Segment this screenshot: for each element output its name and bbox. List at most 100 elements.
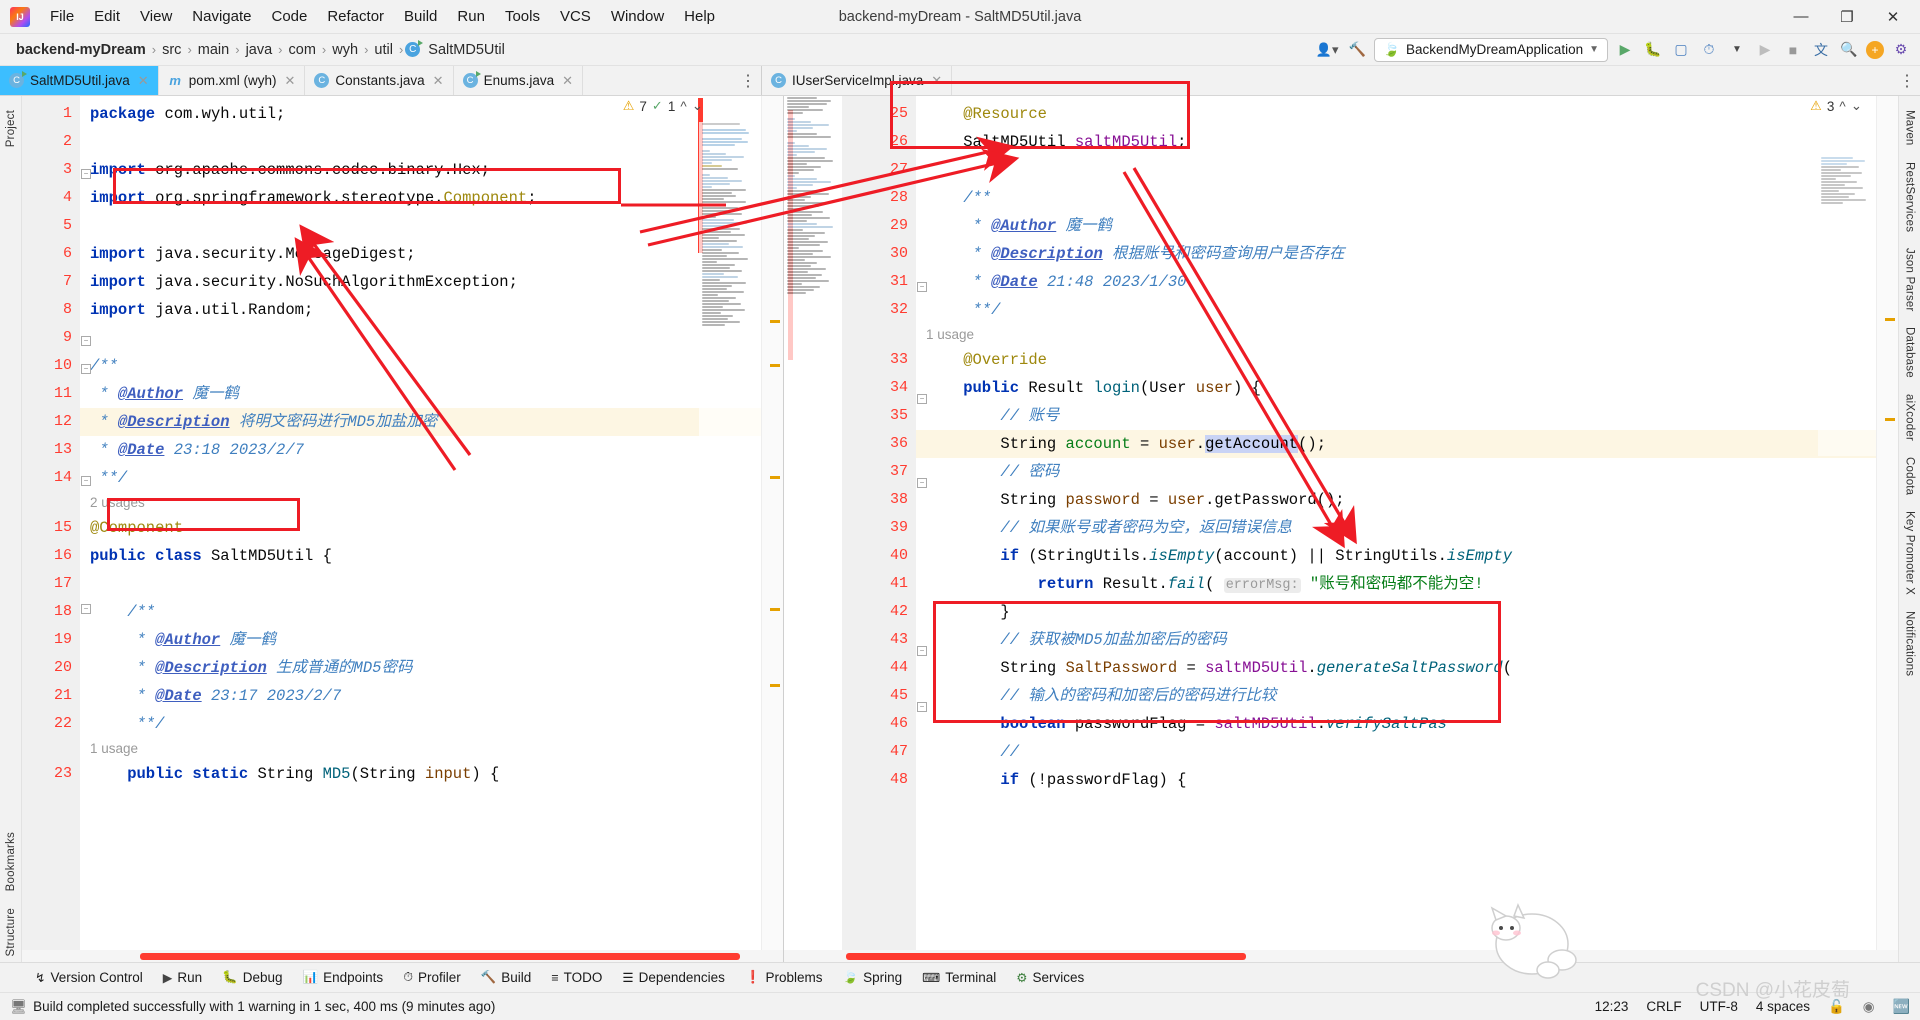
inspection-mode-icon[interactable]: ◉ <box>1863 999 1875 1015</box>
toolwindow-endpoints[interactable]: 📊 Endpoints <box>294 968 393 987</box>
sidebar-item-bookmarks[interactable]: Bookmarks <box>5 826 17 897</box>
breadcrumb-project[interactable]: backend-myDream <box>12 41 150 59</box>
breadcrumb-src[interactable]: src <box>158 41 185 59</box>
profile-icon[interactable]: ⏱ <box>1698 39 1720 61</box>
close-icon[interactable]: ✕ <box>433 73 444 89</box>
sidebar-item-notifications[interactable]: Notifications <box>1904 605 1916 682</box>
status-message[interactable]: Build completed successfully with 1 warn… <box>33 999 495 1014</box>
breadcrumb-class[interactable]: SaltMD5Util <box>424 41 509 59</box>
next-problem-icon[interactable]: ⌄ <box>692 98 703 114</box>
tab-saltmd5util[interactable]: C SaltMD5Util.java ✕ <box>0 66 159 95</box>
folding-gutter-right[interactable]: − − − − − <box>916 96 930 950</box>
account-icon[interactable]: 👤▾ <box>1314 39 1340 61</box>
menu-help[interactable]: Help <box>674 5 725 28</box>
sidebar-item-restservices[interactable]: RestServices <box>1904 156 1916 238</box>
toolwindow-profiler[interactable]: ⏱ Profiler <box>394 968 470 987</box>
fold-icon[interactable]: − <box>81 336 91 346</box>
toolwindow-build[interactable]: 🔨 Build <box>472 968 541 987</box>
usage-hint[interactable]: 2 usages <box>80 492 783 514</box>
inspection-widget-right[interactable]: ⚠ 3 ^ ⌄ <box>1810 98 1862 114</box>
tab-pom-xml[interactable]: m pom.xml (wyh) ✕ <box>158 66 306 95</box>
maximize-button[interactable]: ❐ <box>1824 0 1870 34</box>
line-separator[interactable]: CRLF <box>1646 999 1681 1014</box>
fold-icon[interactable]: − <box>917 282 927 292</box>
menu-view[interactable]: View <box>130 5 182 28</box>
tab-options-icon[interactable]: ⋮ <box>735 66 761 95</box>
more-run-icon[interactable]: ▼ <box>1726 39 1748 61</box>
fold-icon[interactable]: − <box>81 169 91 179</box>
usage-hint[interactable]: 1 usage <box>80 738 783 760</box>
close-icon[interactable]: ✕ <box>138 73 149 89</box>
file-encoding[interactable]: UTF-8 <box>1700 999 1738 1014</box>
prev-problem-icon[interactable]: ^ <box>1839 99 1845 114</box>
indent-setting[interactable]: 4 spaces <box>1756 999 1810 1014</box>
editor-body-left[interactable]: 1 2 3 4 5 6 7 8 9 10 11 12 13 14 15 16 1… <box>22 96 783 950</box>
code-minimap-right[interactable] <box>784 96 842 950</box>
minimize-button[interactable]: — <box>1778 0 1824 34</box>
fold-icon[interactable]: − <box>81 364 91 374</box>
folding-gutter-left[interactable]: − − − − − <box>80 96 94 950</box>
debug-icon[interactable]: 🐛 <box>1642 39 1664 61</box>
menu-vcs[interactable]: VCS <box>550 5 601 28</box>
menu-run[interactable]: Run <box>447 5 495 28</box>
breadcrumb-java[interactable]: java <box>242 41 277 59</box>
settings-icon[interactable]: ⚙ <box>1890 39 1912 61</box>
close-icon[interactable]: ✕ <box>562 73 573 89</box>
sidebar-item-database[interactable]: Database <box>1904 321 1916 384</box>
fold-icon[interactable]: − <box>81 604 91 614</box>
run-configuration-selector[interactable]: 🍃 BackendMyDreamApplication ▼ <box>1374 37 1608 62</box>
toolwindow-terminal[interactable]: ⌨ Terminal <box>913 968 1005 987</box>
run-coverage-icon[interactable]: ▢ <box>1670 39 1692 61</box>
inspection-widget-left[interactable]: ⚠ 7 ✓ 1 ^ ⌄ <box>623 98 703 114</box>
sidebar-item-codota[interactable]: Codota <box>1904 451 1916 501</box>
code-area-left[interactable]: package com.wyh.util; import org.apache.… <box>80 96 783 950</box>
horizontal-scrollbar-left[interactable] <box>22 950 783 962</box>
fold-icon[interactable]: − <box>917 646 927 656</box>
sidebar-item-json-parser[interactable]: Json Parser <box>1904 242 1916 318</box>
toolwindow-services[interactable]: ⚙ Services <box>1007 968 1093 987</box>
toolwindow-run[interactable]: ▶ Run <box>154 968 211 987</box>
menu-edit[interactable]: Edit <box>84 5 130 28</box>
horizontal-scrollbar-right[interactable] <box>784 950 1898 962</box>
toolwindow-problems[interactable]: ❗ Problems <box>736 968 832 987</box>
sidebar-item-key-promoter-x[interactable]: Key Promoter X <box>1904 505 1916 601</box>
updates-icon[interactable]: + <box>1866 40 1884 59</box>
close-button[interactable]: ✕ <box>1870 0 1916 34</box>
run-icon[interactable]: ▶ <box>1614 39 1636 61</box>
rerun-icon[interactable]: ▶ <box>1754 39 1776 61</box>
editor-body-right[interactable]: 25 26 27 28 29 30 31 32 33 34 35 36 37 3… <box>784 96 1898 950</box>
sidebar-item-aixcoder[interactable]: aiXcoder <box>1904 388 1916 447</box>
usage-hint[interactable]: 1 usage <box>916 324 1898 346</box>
translate-icon[interactable]: 文 <box>1810 39 1832 61</box>
menu-code[interactable]: Code <box>261 5 317 28</box>
menu-build[interactable]: Build <box>394 5 447 28</box>
fold-icon[interactable]: − <box>917 394 927 404</box>
fold-icon[interactable]: − <box>81 476 91 486</box>
sidebar-item-structure[interactable]: Structure <box>5 902 17 962</box>
sidebar-item-project[interactable]: Project <box>5 104 17 153</box>
tab-iuserserviceimpl[interactable]: C IUserServiceImpl.java ✕ <box>762 66 953 95</box>
hammer-icon[interactable]: 🔨 <box>1346 39 1368 61</box>
menu-navigate[interactable]: Navigate <box>182 5 261 28</box>
breadcrumb-wyh[interactable]: wyh <box>328 41 362 59</box>
close-icon[interactable]: ✕ <box>284 73 295 89</box>
tab-enums[interactable]: C Enums.java ✕ <box>453 66 584 95</box>
caret-position[interactable]: 12:23 <box>1595 999 1629 1014</box>
menu-refactor[interactable]: Refactor <box>317 5 394 28</box>
menu-window[interactable]: Window <box>601 5 674 28</box>
code-area-right[interactable]: @Resource SaltMD5Util saltMD5Util; /** *… <box>916 96 1898 950</box>
fold-icon[interactable]: − <box>917 702 927 712</box>
breadcrumb-util[interactable]: util <box>370 41 397 59</box>
breadcrumb-com[interactable]: com <box>285 41 320 59</box>
window-controls[interactable]: — ❐ ✕ <box>1778 0 1920 34</box>
breadcrumb-main[interactable]: main <box>194 41 233 59</box>
tab-options-icon[interactable]: ⋮ <box>1894 66 1920 95</box>
toolwindow-todo[interactable]: ≡ TODO <box>542 968 611 987</box>
code-minimap-left[interactable] <box>699 122 761 950</box>
toolwindow-debug[interactable]: 🐛 Debug <box>213 968 291 987</box>
fold-icon[interactable]: − <box>917 478 927 488</box>
next-problem-icon[interactable]: ⌄ <box>1851 98 1862 114</box>
close-icon[interactable]: ✕ <box>931 73 942 89</box>
prev-problem-icon[interactable]: ^ <box>680 99 686 114</box>
error-stripe-right[interactable] <box>1876 96 1898 950</box>
